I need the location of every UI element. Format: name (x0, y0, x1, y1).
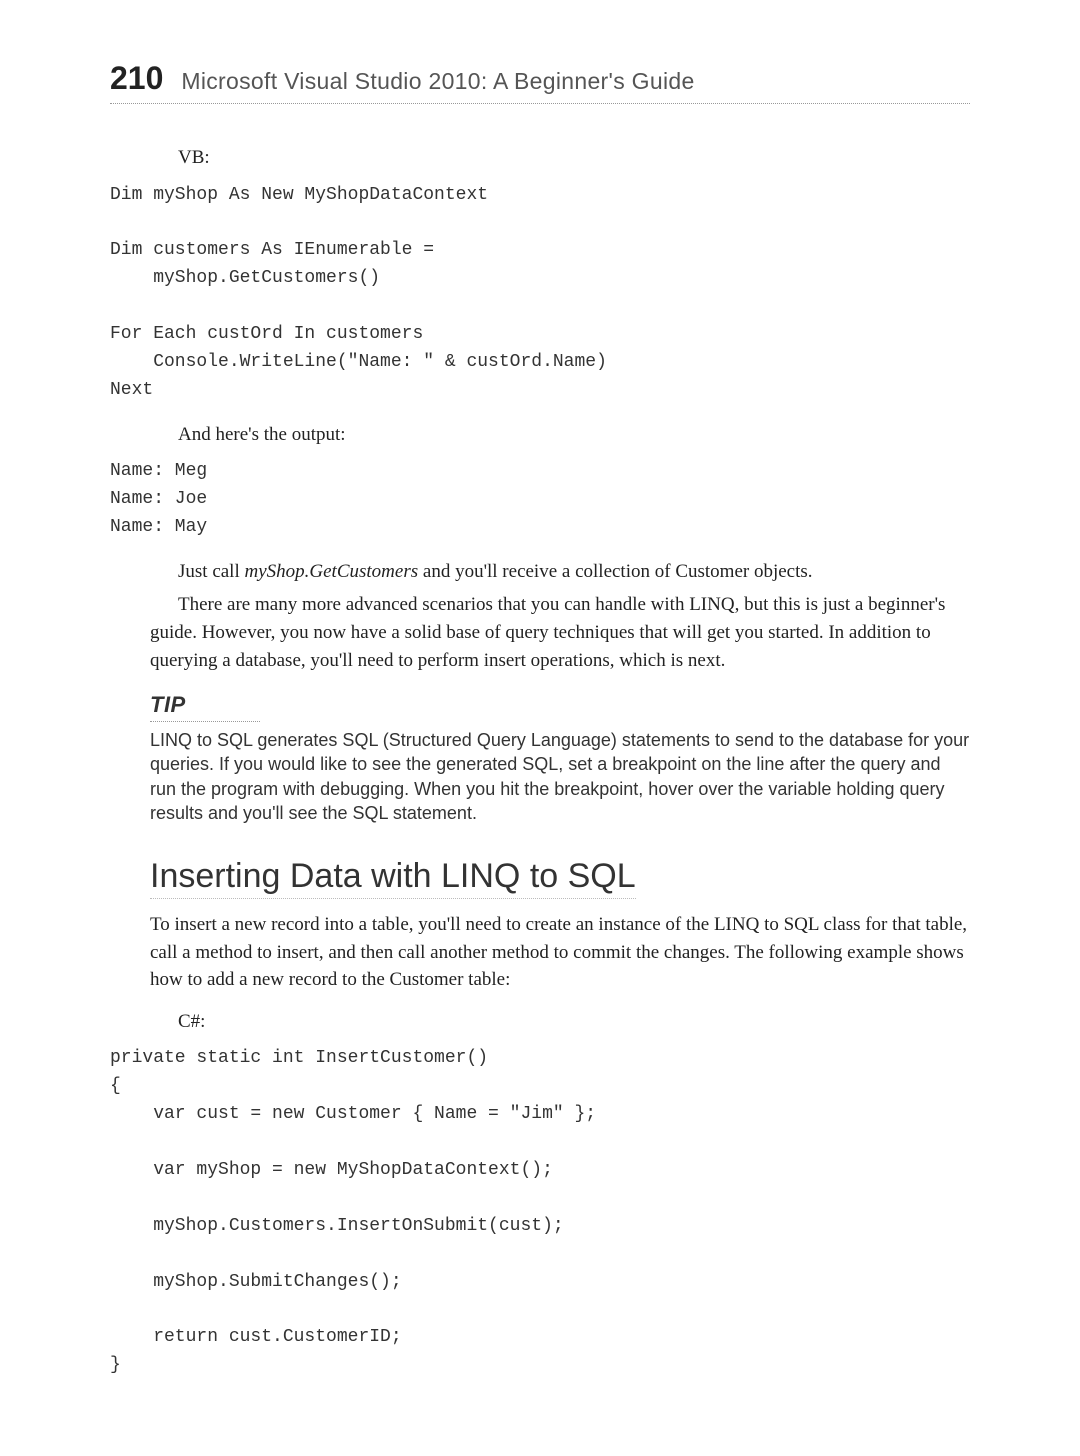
code-block-vb: Dim myShop As New MyShopDataContext Dim … (110, 182, 970, 405)
para1-ital: myShop.GetCustomers (245, 561, 419, 582)
page-header: 210 Microsoft Visual Studio 2010: A Begi… (110, 60, 970, 104)
tip-rule (150, 721, 260, 722)
paragraph-2: There are many more advanced scenarios t… (150, 591, 970, 674)
page-number: 210 (110, 60, 163, 97)
book-title: Microsoft Visual Studio 2010: A Beginner… (181, 68, 970, 95)
code-block-cs: private static int InsertCustomer() { va… (110, 1045, 970, 1380)
para1-a: Just call (178, 561, 245, 582)
section-intro: To insert a new record into a table, you… (150, 911, 970, 994)
code-output: Name: Meg Name: Joe Name: May (110, 458, 970, 542)
lang-label-vb: VB: (150, 144, 970, 172)
paragraph-1: Just call myShop.GetCustomers and you'll… (150, 558, 970, 586)
tip-body: LINQ to SQL generates SQL (Structured Qu… (150, 728, 970, 825)
tip-heading: TIP (150, 692, 970, 721)
para1-b: and you'll receive a collection of Custo… (418, 561, 812, 582)
section-heading: Inserting Data with LINQ to SQL (150, 857, 636, 899)
lang-label-cs: C#: (150, 1008, 970, 1036)
page: 210 Microsoft Visual Studio 2010: A Begi… (0, 0, 1080, 1456)
output-intro: And here's the output: (150, 421, 970, 449)
